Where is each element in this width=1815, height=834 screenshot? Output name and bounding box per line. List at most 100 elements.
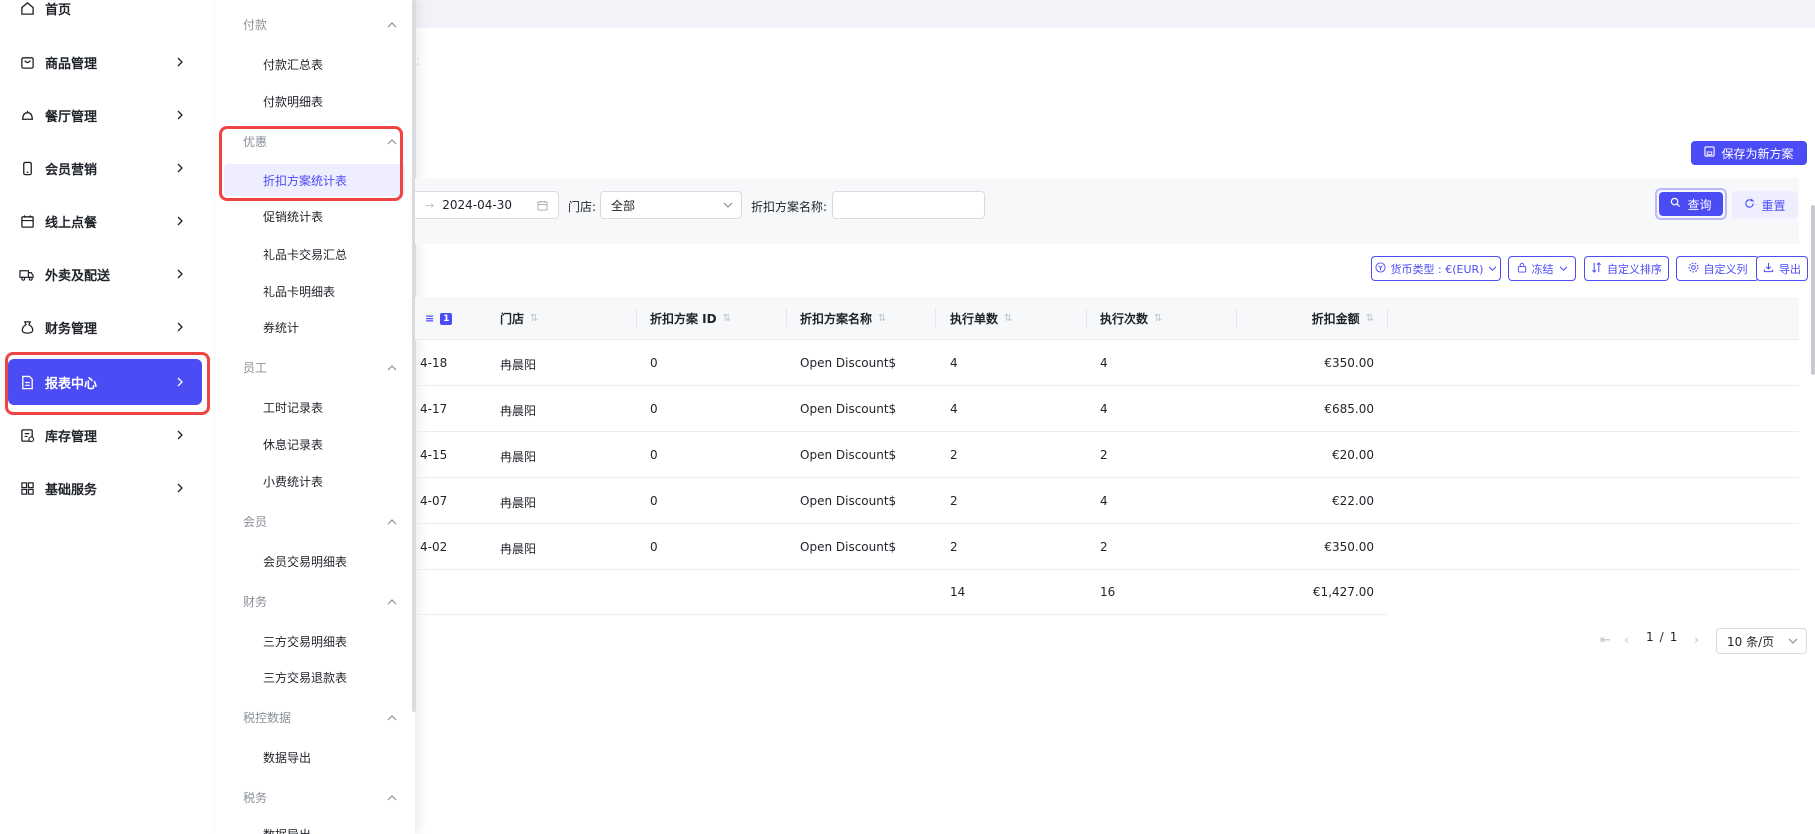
chevron-up-icon	[386, 794, 398, 801]
cloche-icon	[19, 107, 35, 123]
sort-order-badge: 1	[440, 312, 453, 325]
cell-plan-id: 0	[650, 540, 658, 554]
row-divider	[415, 385, 1799, 386]
sort-icon: ⇅	[530, 313, 539, 324]
sort-icon: ⇅	[722, 313, 731, 324]
cell-order-count: 4	[950, 402, 958, 416]
next-page-icon[interactable]: ›	[1694, 633, 1699, 648]
nav-label: 餐厅管理	[45, 109, 98, 125]
reset-label: 重置	[1761, 198, 1786, 213]
cell-date: 4-18	[420, 356, 448, 370]
page-size-select[interactable]: 10 条/页	[1716, 628, 1807, 654]
nav-item-basic-services[interactable]: 基础服务	[8, 465, 202, 511]
column-divider	[786, 309, 787, 327]
nav-label: 会员营销	[45, 162, 98, 178]
submenu-item-member-transactions[interactable]: 会员交易明细表	[263, 553, 347, 570]
nav-item-delivery[interactable]: 外卖及配送	[8, 251, 202, 297]
home-icon	[19, 0, 35, 16]
nav-item-restaurant[interactable]: 餐厅管理	[8, 92, 202, 138]
submenu-group-member[interactable]: 会员	[243, 513, 613, 530]
chevron-down-icon	[1559, 262, 1568, 275]
submenu-item-thirdparty-transactions[interactable]: 三方交易明细表	[263, 633, 347, 650]
submenu-item-data-export[interactable]: 数据导出	[263, 749, 311, 766]
calendar-icon	[537, 200, 548, 211]
export-button[interactable]: 导出	[1756, 256, 1808, 281]
custom-columns-button[interactable]: 自定义列	[1676, 256, 1759, 281]
chevron-right-icon	[172, 430, 188, 440]
nav-item-online-ordering[interactable]: 线上点餐	[8, 198, 202, 244]
cell-amount: €350.00	[1324, 540, 1374, 554]
submenu-item-payment-summary[interactable]: 付款汇总表	[263, 56, 323, 73]
submenu-group-payment[interactable]: 付款	[243, 16, 613, 33]
submenu-item-payment-detail[interactable]: 付款明细表	[263, 93, 323, 110]
column-header-discount-amount[interactable]: 折扣金额 ⇅	[1308, 297, 1374, 340]
save-new-plan-button[interactable]: 保存为新方案	[1691, 141, 1807, 165]
column-header-store[interactable]: 门店 ⇅	[500, 297, 538, 340]
sort-desc-icon: ≡	[425, 312, 435, 325]
column-header-label: 折扣方案 ID	[650, 312, 717, 326]
submenu-scrollbar[interactable]	[412, 0, 416, 712]
submenu-group-discount[interactable]: 优惠	[243, 133, 613, 150]
prev-page-icon[interactable]: ‹	[1624, 633, 1629, 648]
query-label: 查询	[1687, 197, 1712, 212]
submenu-group-tax-control[interactable]: 税控数据	[243, 709, 613, 726]
chevron-right-icon	[172, 163, 188, 173]
cell-amount: €20.00	[1332, 448, 1374, 462]
cell-date: 4-02	[420, 540, 448, 554]
report-icon	[19, 374, 35, 390]
submenu-item-giftcard-summary[interactable]: 礼品卡交易汇总	[263, 246, 347, 263]
cell-exec-count: 4	[1100, 402, 1108, 416]
nav-label: 财务管理	[45, 321, 98, 337]
query-button[interactable]: 查询	[1659, 192, 1723, 216]
nav-item-finance[interactable]: 财务管理	[8, 304, 202, 350]
cell-exec-count: 2	[1100, 540, 1108, 554]
cell-plan-name: Open Discount$	[800, 448, 897, 462]
inventory-icon	[19, 427, 35, 443]
submenu-item-data-export-tax[interactable]: 数据导出	[263, 826, 311, 834]
nav-item-home[interactable]: 首页	[8, 0, 202, 31]
submenu-group-finance[interactable]: 财务	[243, 593, 613, 610]
freeze-select[interactable]: 冻结	[1508, 256, 1576, 281]
nav-item-reports[interactable]: 报表中心	[8, 359, 202, 405]
reset-button[interactable]: 重置	[1732, 191, 1798, 219]
calendar-icon	[19, 213, 35, 229]
download-icon	[1763, 262, 1774, 276]
chevron-right-icon	[172, 110, 188, 120]
nav-item-products[interactable]: 商品管理	[8, 39, 202, 85]
chevron-down-icon	[1488, 262, 1497, 275]
page-scrollbar[interactable]	[1811, 205, 1815, 375]
plan-name-input[interactable]	[832, 191, 985, 219]
store-select[interactable]: 全部	[600, 191, 742, 219]
row-divider	[415, 339, 1799, 340]
submenu-group-tax[interactable]: 税务	[243, 789, 613, 806]
submenu-item-giftcard-detail[interactable]: 礼品卡明细表	[263, 283, 335, 300]
nav-label: 商品管理	[45, 56, 98, 72]
column-header-plan-name[interactable]: 折扣方案名称 ⇅	[800, 297, 886, 340]
nav-item-member-marketing[interactable]: 会员营销	[8, 145, 202, 191]
submenu-item-tips-stats[interactable]: 小费统计表	[263, 473, 323, 490]
chevron-up-icon	[386, 21, 398, 28]
first-page-icon[interactable]: ⇤	[1600, 633, 1611, 648]
sort-icon: ⇅	[1154, 313, 1163, 324]
cell-amount: €350.00	[1324, 356, 1374, 370]
grid-icon	[19, 480, 35, 496]
column-header-exec-count[interactable]: 执行次数 ⇅	[1100, 297, 1162, 340]
submenu-item-break-records[interactable]: 休息记录表	[263, 436, 323, 453]
submenu-item-thirdparty-refunds[interactable]: 三方交易退款表	[263, 669, 347, 686]
date-end-value: 2024-04-30	[442, 198, 512, 212]
submenu-item-timesheet[interactable]: 工时记录表	[263, 399, 323, 416]
nav-item-inventory[interactable]: 库存管理	[8, 412, 202, 458]
submenu-item-promotion-stats[interactable]: 促销统计表	[263, 208, 323, 225]
submenu-item-coupon-stats[interactable]: 券统计	[263, 319, 299, 336]
chevron-up-icon	[386, 598, 398, 605]
currency-type-select[interactable]: 货币类型 : €(EUR)	[1371, 256, 1501, 281]
column-header-order-count[interactable]: 执行单数 ⇅	[950, 297, 1012, 340]
currency-icon	[1374, 261, 1386, 276]
date-range-end-input[interactable]: → 2024-04-30	[415, 191, 559, 219]
page-separator: /	[1659, 630, 1664, 644]
custom-sort-button[interactable]: 自定义排序	[1584, 256, 1669, 281]
sort-icon: ⇅	[878, 313, 887, 324]
date-sort-indicator[interactable]: ≡ 1	[425, 297, 453, 340]
submenu-item-discount-plan-stats[interactable]: 折扣方案统计表	[224, 164, 405, 196]
column-header-plan-id[interactable]: 折扣方案 ID ⇅	[650, 297, 731, 340]
